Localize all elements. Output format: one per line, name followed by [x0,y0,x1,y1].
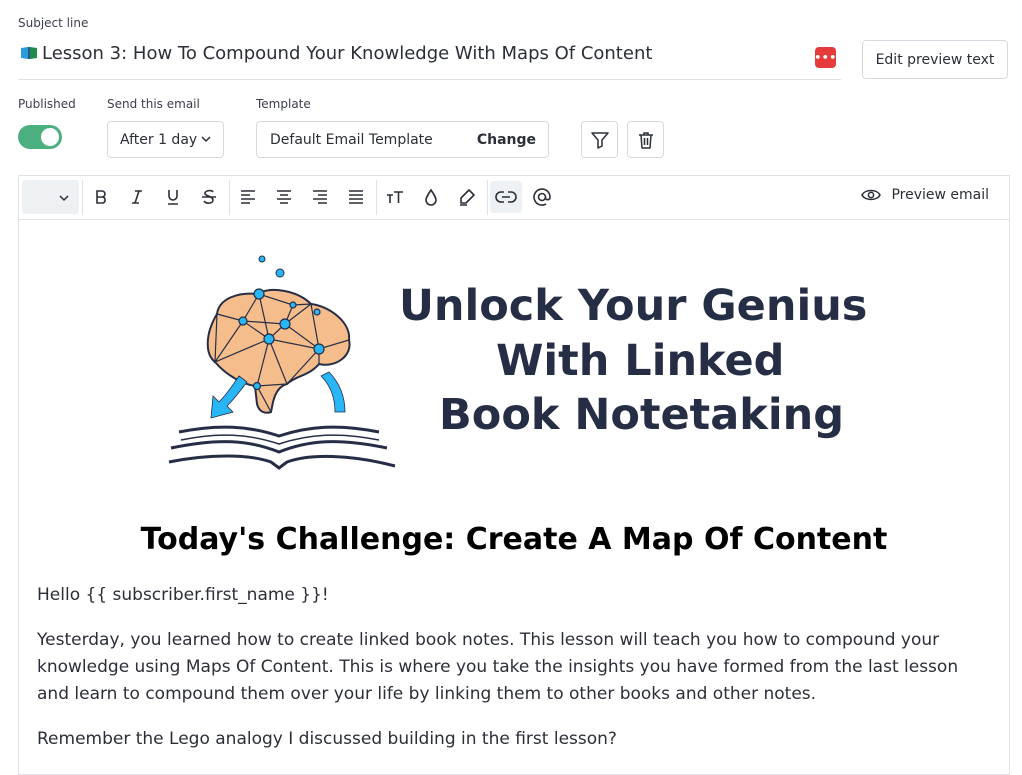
chevron-down-icon [59,195,69,202]
send-delay-value: After 1 day [120,131,198,148]
banner-headline-line2: With Linked [496,336,785,386]
email-section-title: Today's Challenge: Create A Map Of Conte… [140,522,888,557]
banner-headline-line1: Unlock Your Genius [399,281,868,331]
toolbar-divider [82,180,83,215]
eye-icon [861,189,882,201]
banner-headline-line3: Book Notetaking [439,390,844,440]
published-toggle[interactable] [18,125,62,149]
toolbar-divider [376,180,377,215]
preview-email-button[interactable]: Preview email [861,187,989,203]
book-icon [21,47,37,59]
bold-icon[interactable] [85,181,117,213]
email-editor[interactable]: Preview email Unlock Your Genius With Li… [18,175,1010,775]
mention-icon[interactable] [526,181,558,213]
preview-email-label: Preview email [891,187,989,203]
highlighter-icon[interactable] [451,181,483,213]
italic-icon[interactable] [121,181,153,213]
send-email-label: Send this email [107,97,200,111]
filter-icon [590,131,609,149]
strikethrough-icon[interactable] [193,181,225,213]
toolbar-divider [229,180,230,215]
subject-line-field[interactable]: Lesson 3: How To Compound Your Knowledge… [18,38,841,80]
align-right-icon[interactable] [304,181,336,213]
editor-toolbar: Preview email [19,176,1009,220]
template-label: Template [256,97,311,111]
underline-icon[interactable] [157,181,189,213]
toggle-knob [41,128,59,146]
filter-button[interactable] [581,121,618,158]
font-size-icon[interactable] [379,181,411,213]
send-delay-select[interactable]: After 1 day [107,121,224,158]
align-center-icon[interactable] [268,181,300,213]
chevron-down-icon [201,136,211,143]
align-left-icon[interactable] [232,181,264,213]
template-field: Default Email Template Change [256,121,549,158]
edit-preview-text-button[interactable]: Edit preview text [862,40,1008,79]
align-justify-icon[interactable] [340,181,372,213]
template-value: Default Email Template [270,132,433,148]
change-template-button[interactable]: Change [477,132,536,148]
block-format-select[interactable] [22,180,79,214]
trash-icon [638,131,653,149]
body-paragraph-greeting: Hello {{ subscriber.first_name }}! [37,585,329,605]
published-label: Published [18,97,76,111]
color-drop-icon[interactable] [415,181,447,213]
subject-line-text[interactable]: Lesson 3: How To Compound Your Knowledge… [42,43,652,64]
toolbar-divider [487,180,488,215]
more-options-icon[interactable]: ••• [814,47,836,68]
body-paragraph-lego: Remember the Lego analogy I discussed bu… [37,729,617,749]
body-paragraph-intro: Yesterday, you learned how to create lin… [37,630,959,704]
link-icon[interactable] [490,181,522,213]
delete-button[interactable] [627,121,664,158]
brain-book-illustration [168,255,396,470]
subject-line-label: Subject line [18,16,89,30]
